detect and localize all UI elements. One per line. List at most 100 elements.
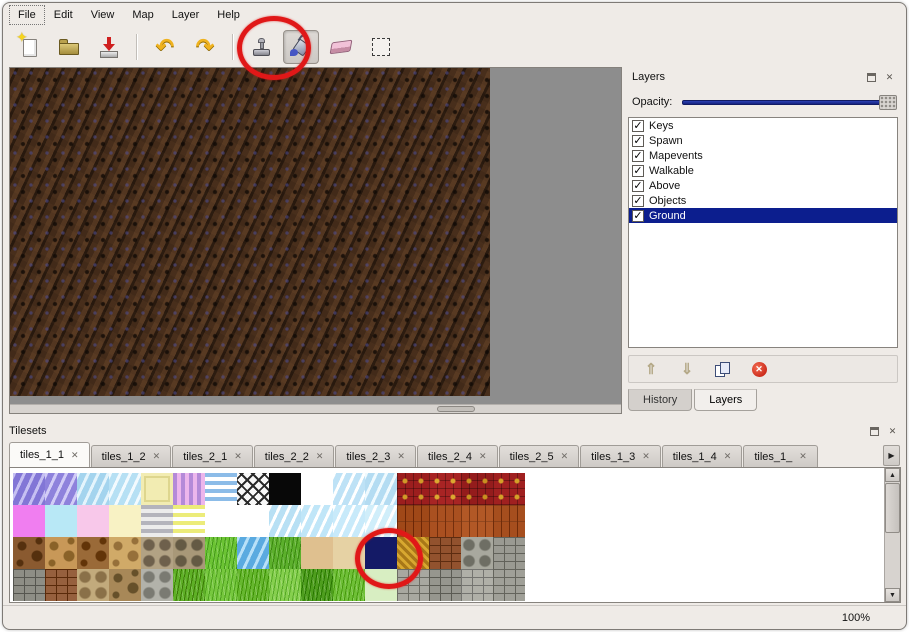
tile-3-15[interactable]	[493, 569, 525, 601]
map-horizontal-scrollbar[interactable]	[10, 404, 621, 413]
close-panel-icon[interactable]: ✕	[885, 425, 900, 438]
save-map-button[interactable]	[91, 30, 127, 64]
tile-3-6[interactable]	[205, 569, 237, 601]
close-tab-icon[interactable]: ✕	[153, 451, 161, 462]
close-panel-icon[interactable]: ✕	[882, 71, 897, 84]
slider-handle[interactable]	[879, 95, 897, 110]
tile-2-12[interactable]	[397, 537, 429, 569]
tileset-tab-tiles_1_3[interactable]: tiles_1_3✕	[580, 445, 661, 467]
float-panel-icon[interactable]	[864, 71, 879, 84]
tile-0-15[interactable]	[493, 473, 525, 505]
menu-help[interactable]: Help	[208, 5, 249, 25]
tile-2-6[interactable]	[205, 537, 237, 569]
tile-2-15[interactable]	[493, 537, 525, 569]
opacity-slider[interactable]	[682, 94, 897, 110]
tileset-tab-tiles_2_4[interactable]: tiles_2_4✕	[417, 445, 498, 467]
tile-2-0[interactable]	[13, 537, 45, 569]
tile-1-8[interactable]	[269, 505, 301, 537]
scroll-up-icon[interactable]: ▲	[885, 468, 900, 482]
close-tab-icon[interactable]: ✕	[724, 451, 732, 462]
tile-1-3[interactable]	[109, 505, 141, 537]
menu-layer[interactable]: Layer	[163, 5, 209, 25]
tile-0-14[interactable]	[461, 473, 493, 505]
duplicate-layer-button[interactable]	[713, 359, 733, 379]
tile-2-9[interactable]	[301, 537, 333, 569]
tile-0-6[interactable]	[205, 473, 237, 505]
menu-view[interactable]: View	[82, 5, 124, 25]
tile-0-8[interactable]	[269, 473, 301, 505]
tile-2-11[interactable]	[365, 537, 397, 569]
close-tab-icon[interactable]: ✕	[799, 451, 807, 462]
layer-visibility-checkbox[interactable]: ✓	[632, 195, 644, 207]
tile-1-11[interactable]	[365, 505, 397, 537]
layer-visibility-checkbox[interactable]: ✓	[632, 150, 644, 162]
tile-1-10[interactable]	[333, 505, 365, 537]
tile-2-1[interactable]	[45, 537, 77, 569]
redo-button[interactable]: ↷	[187, 30, 223, 64]
tile-3-14[interactable]	[461, 569, 493, 601]
tileset-tab-tiles_1_1[interactable]: tiles_1_1✕	[9, 442, 90, 467]
open-map-button[interactable]	[51, 30, 87, 64]
layer-row-walkable[interactable]: ✓Walkable	[629, 163, 897, 178]
tile-2-3[interactable]	[109, 537, 141, 569]
tile-2-2[interactable]	[77, 537, 109, 569]
tile-2-4[interactable]	[141, 537, 173, 569]
tile-1-14[interactable]	[461, 505, 493, 537]
tile-3-2[interactable]	[77, 569, 109, 601]
layer-row-above[interactable]: ✓Above	[629, 178, 897, 193]
tile-0-9[interactable]	[301, 473, 333, 505]
layer-row-mapevents[interactable]: ✓Mapevents	[629, 148, 897, 163]
tile-0-13[interactable]	[429, 473, 461, 505]
tile-1-6[interactable]	[205, 505, 237, 537]
tile-3-0[interactable]	[13, 569, 45, 601]
close-tab-icon[interactable]: ✕	[316, 451, 324, 462]
tile-3-3[interactable]	[109, 569, 141, 601]
layer-visibility-checkbox[interactable]: ✓	[632, 135, 644, 147]
tileset-tab-tiles_2_2[interactable]: tiles_2_2✕	[254, 445, 335, 467]
stamp-tool-button[interactable]	[243, 30, 279, 64]
layer-row-objects[interactable]: ✓Objects	[629, 193, 897, 208]
tileset-tab-tiles_2_3[interactable]: tiles_2_3✕	[335, 445, 416, 467]
palette-vertical-scrollbar[interactable]: ▲ ▼	[884, 468, 900, 602]
tile-1-2[interactable]	[77, 505, 109, 537]
new-map-button[interactable]: ✦	[11, 30, 47, 64]
close-tab-icon[interactable]: ✕	[561, 451, 569, 462]
tile-3-10[interactable]	[333, 569, 365, 601]
tileset-tab-tiles_2_1[interactable]: tiles_2_1✕	[172, 445, 253, 467]
tile-3-9[interactable]	[301, 569, 333, 601]
tile-3-7[interactable]	[237, 569, 269, 601]
menu-file[interactable]: File	[9, 5, 45, 25]
tileset-tab-tiles_2_5[interactable]: tiles_2_5✕	[499, 445, 580, 467]
delete-layer-button[interactable]: ✕	[749, 359, 769, 379]
layer-visibility-checkbox[interactable]: ✓	[632, 210, 644, 222]
tile-0-1[interactable]	[45, 473, 77, 505]
tile-1-9[interactable]	[301, 505, 333, 537]
scrollbar-thumb[interactable]	[885, 483, 900, 533]
layer-row-ground[interactable]: ✓Ground	[629, 208, 897, 223]
scroll-tabs-right-button[interactable]: ▶	[883, 445, 900, 466]
tile-3-11[interactable]	[365, 569, 397, 601]
tile-2-8[interactable]	[269, 537, 301, 569]
menu-edit[interactable]: Edit	[45, 5, 82, 25]
tile-0-4[interactable]	[141, 473, 173, 505]
layer-visibility-checkbox[interactable]: ✓	[632, 165, 644, 177]
tile-1-7[interactable]	[237, 505, 269, 537]
tile-0-2[interactable]	[77, 473, 109, 505]
close-tab-icon[interactable]: ✕	[479, 451, 487, 462]
rect-select-tool-button[interactable]	[363, 30, 399, 64]
tile-1-4[interactable]	[141, 505, 173, 537]
close-tab-icon[interactable]: ✕	[642, 451, 650, 462]
tile-1-5[interactable]	[173, 505, 205, 537]
tile-1-13[interactable]	[429, 505, 461, 537]
tile-0-12[interactable]	[397, 473, 429, 505]
raise-layer-button[interactable]: ⇑	[641, 359, 661, 379]
tile-0-7[interactable]	[237, 473, 269, 505]
map-canvas[interactable]	[10, 68, 490, 396]
close-tab-icon[interactable]: ✕	[234, 451, 242, 462]
tile-2-5[interactable]	[173, 537, 205, 569]
close-tab-icon[interactable]: ✕	[397, 451, 405, 462]
tile-3-12[interactable]	[397, 569, 429, 601]
panel-tab-history[interactable]: History	[628, 389, 692, 411]
tileset-tab-tiles_1_4[interactable]: tiles_1_4✕	[662, 445, 743, 467]
close-tab-icon[interactable]: ✕	[71, 450, 79, 461]
